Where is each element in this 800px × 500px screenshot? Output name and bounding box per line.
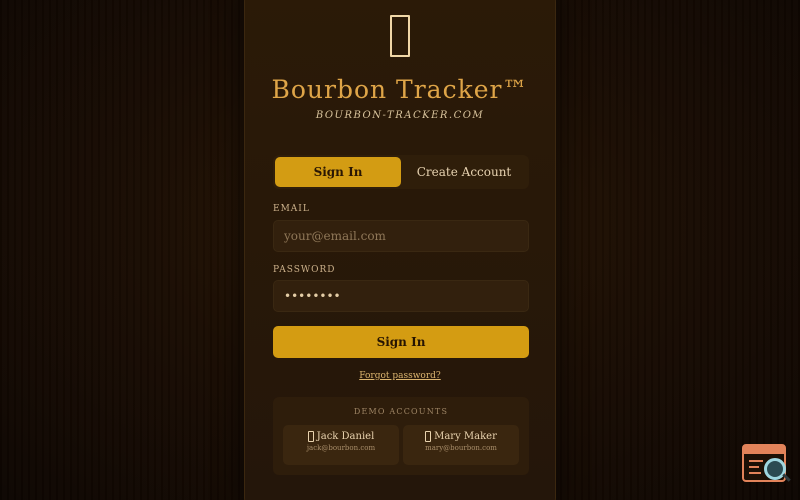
user-icon: [425, 431, 432, 442]
password-label: PASSWORD: [273, 265, 336, 275]
app-title: Bourbon Tracker™: [271, 75, 529, 104]
demo-account-email: jack@bourbon.com: [306, 444, 376, 452]
demo-accounts-title: DEMO ACCOUNTS: [353, 407, 449, 416]
tab-create-account[interactable]: Create Account: [401, 157, 527, 187]
bottle-icon: [390, 15, 410, 57]
email-field[interactable]: [273, 220, 529, 252]
login-card: Bourbon Tracker™ BOURBON-TRACKER.COM Sig…: [244, 0, 556, 500]
auth-tabs: Sign In Create Account: [273, 155, 529, 189]
user-icon: [307, 431, 314, 442]
demo-account-name: Jack Daniel: [316, 431, 375, 442]
demo-account-email: mary@bourbon.com: [425, 444, 497, 452]
logo: [245, 15, 555, 57]
email-label: EMAIL: [273, 204, 310, 214]
demo-accounts-panel: DEMO ACCOUNTS Jack Daniel jack@bourbon.c…: [273, 397, 529, 475]
forgot-password-link[interactable]: Forgot password?: [245, 371, 555, 381]
demo-account-card[interactable]: Mary Maker mary@bourbon.com: [403, 425, 519, 465]
inspector-widget-icon[interactable]: [742, 444, 791, 486]
app-subtitle: BOURBON-TRACKER.COM: [315, 110, 485, 121]
demo-account-card[interactable]: Jack Daniel jack@bourbon.com: [283, 425, 399, 465]
sign-in-button[interactable]: Sign In: [273, 326, 529, 358]
password-field[interactable]: [273, 280, 529, 312]
demo-account-name: Mary Maker: [434, 431, 497, 442]
tab-sign-in[interactable]: Sign In: [275, 157, 401, 187]
